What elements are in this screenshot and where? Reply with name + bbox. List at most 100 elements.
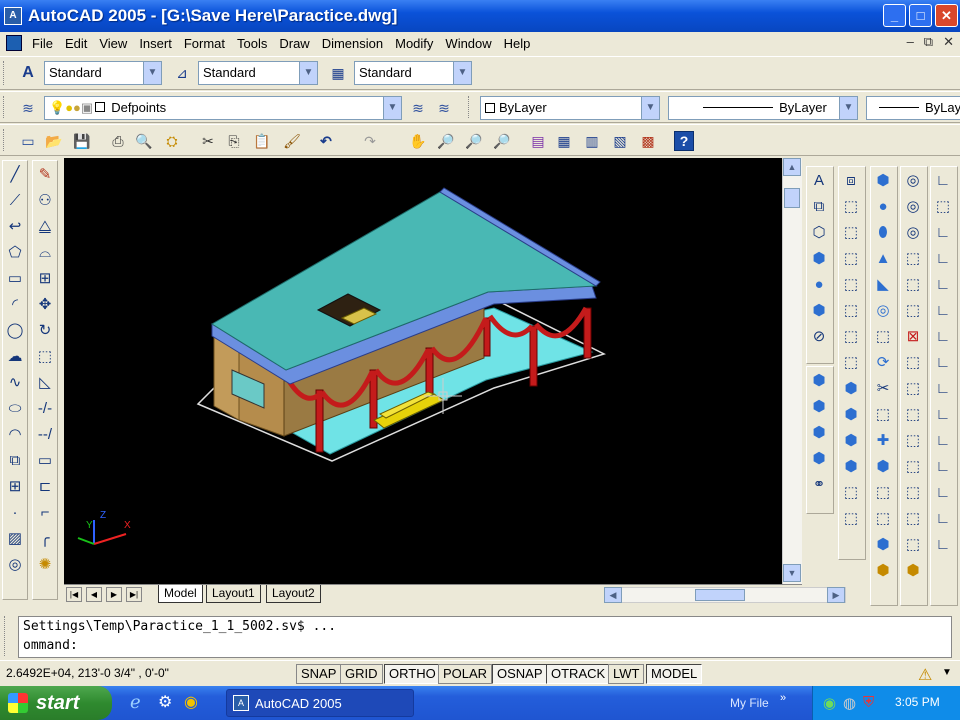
make-current-layer-icon[interactable]: ≋ [408,98,428,118]
setup-drawing-icon[interactable]: ⬢ [871,453,895,479]
ortho-toggle[interactable]: ORTHO [384,664,441,684]
extrude-faces-icon[interactable]: ⬚ [901,245,925,271]
zoom-window-icon[interactable]: 🔎 [464,131,484,151]
open-file-icon[interactable]: 📂 [44,131,64,151]
match-properties-icon[interactable]: 🖌 [282,131,302,151]
ucs-zaxis-icon[interactable]: ∟ [931,323,955,349]
shell-icon[interactable]: ⬢ [901,557,925,583]
minimize-icon[interactable]: _ [883,4,906,27]
markup-set-icon[interactable]: ▩ [638,131,658,151]
grid-toggle[interactable]: GRID [340,664,383,684]
close-icon[interactable]: ✕ [935,4,958,27]
region-icon[interactable]: ◎ [3,551,27,577]
new-file-icon[interactable]: ▭ [18,131,38,151]
sw-iso-view-icon[interactable]: ⬚ [839,323,863,349]
hide-icon[interactable]: ⬢ [807,367,831,393]
quicklaunch-icon[interactable]: ⚙ [158,692,172,712]
box-icon[interactable]: ⬢ [807,245,831,271]
command-history[interactable]: Settings\Temp\Paractice_1_1_5002.sv$ ...… [18,616,952,658]
scenes-icon[interactable]: ⬢ [807,419,831,445]
arc-icon[interactable]: ◜ [3,291,27,317]
paste-icon[interactable]: 📋 [252,131,272,151]
rotate-icon[interactable]: ↻ [33,317,57,343]
network-icon[interactable]: ◉ [823,694,836,712]
layer-combo[interactable]: 💡●●▣ Defpoints ▼ [44,96,402,120]
doc-close-icon[interactable]: ✕ [943,34,954,50]
lights-icon[interactable]: ⬢ [807,445,831,471]
hatch-icon[interactable]: ▨ [3,525,27,551]
make-block-icon[interactable]: ⊞ [3,473,27,499]
doc-restore-icon[interactable]: ⧉ [924,34,933,50]
show-more-icon[interactable]: » [780,692,786,704]
save-icon[interactable]: 💾 [72,131,92,151]
line-icon[interactable]: ╱ [3,161,27,187]
point-icon[interactable]: · [3,499,27,525]
layers-icon[interactable]: ≋ [18,98,38,118]
trim-icon[interactable]: -/- [33,395,57,421]
internet-explorer-icon[interactable]: ℯ [130,692,141,713]
bottom-view-icon[interactable]: ⬚ [839,193,863,219]
insert-block-icon[interactable]: ⧉ [3,447,27,473]
copy-icon[interactable]: ⎘ [224,131,244,151]
volume-icon[interactable]: ◍ [843,694,856,712]
ellipse-icon[interactable]: ⬭ [3,395,27,421]
scroll-left-icon[interactable]: ◀ [604,587,622,603]
undo-icon[interactable]: ↶ [316,131,336,151]
taskbar-autocad-button[interactable]: A AutoCAD 2005 [226,689,414,717]
menu-tools[interactable]: Tools [231,36,273,51]
ucs-origin-icon[interactable]: ∟ [931,297,955,323]
continuous-orbit-icon[interactable]: ⬢ [839,453,863,479]
imprint-icon[interactable]: ⬚ [901,505,925,531]
plot-preview-icon[interactable]: 🔍 [134,131,154,151]
status-menu-icon[interactable]: ▼ [942,667,952,678]
sheet-set-icon[interactable]: ▧ [610,131,630,151]
rotate-faces-icon[interactable]: ⬚ [901,349,925,375]
taper-faces-icon[interactable]: ⬚ [901,375,925,401]
hscroll-thumb[interactable] [695,589,745,601]
scroll-down-icon[interactable]: ▼ [783,564,801,582]
plot-icon[interactable]: ⎙ [108,131,128,151]
layer-previous-icon[interactable]: ≋ [434,98,454,118]
ucs-world-icon[interactable]: ∟ [931,167,955,193]
menu-format[interactable]: Format [178,36,231,51]
explode-icon[interactable]: ✺ [33,551,57,577]
subtract-solids-icon[interactable]: ◎ [901,193,925,219]
separate-icon[interactable]: ⬚ [901,531,925,557]
dim-style-icon[interactable]: ⊿ [172,63,192,83]
front-view-icon[interactable]: ⬚ [839,271,863,297]
copy-object-icon[interactable]: ⚇ [33,187,57,213]
circle-icon[interactable]: ◯ [3,317,27,343]
stretch-icon[interactable]: ◺ [33,369,57,395]
snap-toggle[interactable]: SNAP [296,664,342,684]
solid-wedge-icon[interactable]: ◣ [871,271,895,297]
linetype-combo[interactable]: ByLayer ▼ [668,96,858,120]
security-icon[interactable]: ⛨ [863,694,874,711]
union-icon[interactable]: ⬢ [871,531,895,557]
vertical-scrollbar[interactable]: ▲ ▼ [782,158,802,584]
pan-realtime-icon[interactable]: ✋ [408,131,428,151]
right-view-icon[interactable]: ⬚ [839,245,863,271]
text-style-combo[interactable]: Standard ▼ [44,61,162,85]
ucs-view-icon[interactable]: ∟ [931,271,955,297]
help-icon[interactable]: ? [674,131,694,151]
ucs-y-icon[interactable]: ∟ [931,401,955,427]
properties-icon[interactable]: ▤ [528,131,548,151]
solid-cylinder-icon[interactable]: ⬮ [871,219,895,245]
lwt-toggle[interactable]: LWT [608,664,645,684]
first-tab-icon[interactable]: |◀ [66,587,82,602]
zoom-realtime-icon[interactable]: 🔎 [436,131,456,151]
construction-line-icon[interactable]: ⟋ [3,187,27,213]
slice-icon[interactable]: ✂ [871,375,895,401]
redo-icon[interactable]: ↷ [360,131,380,151]
section-icon[interactable]: ⊘ [807,323,831,349]
spline-icon[interactable]: ∿ [3,369,27,395]
isometric-view-icon[interactable]: ⬡ [807,219,831,245]
text-icon[interactable]: A [807,167,831,193]
communication-center-icon[interactable]: ⚠ [918,665,932,685]
scale-icon[interactable]: ⬚ [33,343,57,369]
named-views-icon[interactable]: ⧉ [807,193,831,219]
cube-icon[interactable]: ⬢ [807,297,831,323]
zoom-previous-icon[interactable]: 🔎 [492,131,512,151]
drawing-canvas[interactable]: Z X Y [64,158,782,584]
offset-icon[interactable]: ⌓ [33,239,57,265]
